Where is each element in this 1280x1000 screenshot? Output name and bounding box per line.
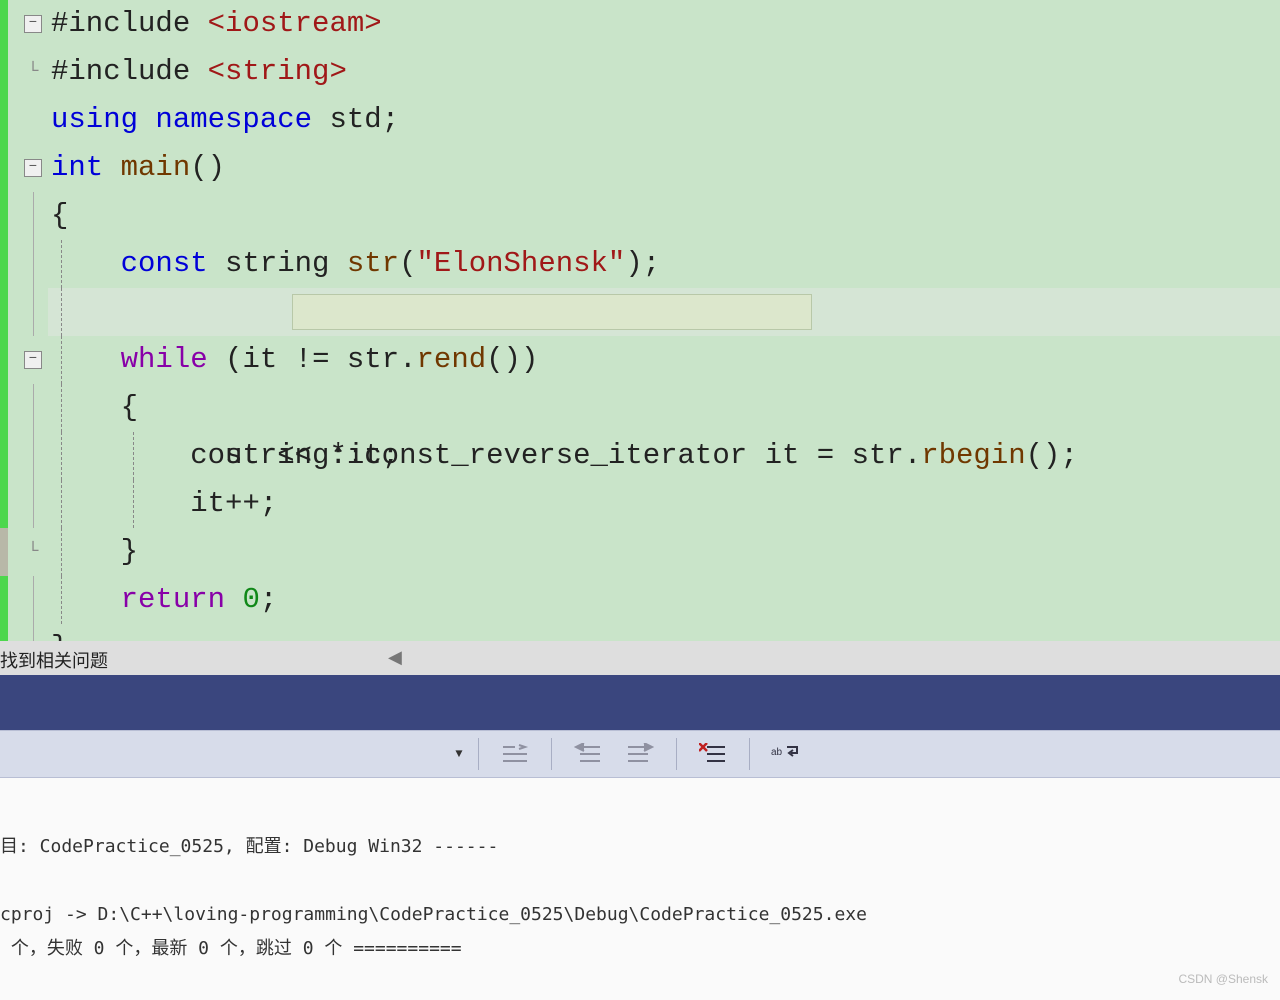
ident: str: [852, 439, 904, 472]
code-area[interactable]: #include <iostream> #include <string> us…: [48, 0, 1280, 641]
fn-main: main: [121, 151, 191, 184]
kw-return: return: [121, 583, 225, 616]
method: rend: [417, 343, 487, 376]
header-text: <string>: [208, 55, 347, 88]
ctor: str: [347, 247, 399, 280]
problems-label: 找到相关问题: [0, 647, 108, 673]
ident: it: [190, 487, 225, 520]
brace: {: [51, 199, 68, 232]
fold-end-icon: └: [24, 528, 42, 576]
output-source-dropdown[interactable]: ▼: [450, 730, 468, 778]
ident: str: [347, 343, 399, 376]
fold-end-icon: └: [24, 48, 42, 96]
preproc-text: #include: [51, 55, 208, 88]
method: rbegin: [921, 439, 1025, 472]
output-toolbar: ▼ ab: [0, 730, 1280, 778]
brace: }: [51, 631, 68, 641]
svg-text:ab: ab: [771, 747, 783, 758]
ident: it: [242, 343, 277, 376]
header-text: <iostream>: [208, 7, 382, 40]
watermark: CSDN @Shensk: [1178, 962, 1268, 996]
fold-toggle-icon[interactable]: −: [24, 15, 42, 33]
ident: std: [329, 103, 381, 136]
ident: it: [765, 439, 800, 472]
string-literal: "ElonShensk": [417, 247, 626, 280]
kw-const: const: [121, 247, 208, 280]
output-line: cproj -> D:\C++\loving-programming\CodeP…: [0, 904, 867, 925]
collapse-arrow-icon[interactable]: ◀: [388, 647, 402, 668]
kw-namespace: namespace: [155, 103, 312, 136]
prev-message-icon[interactable]: [568, 736, 608, 772]
ident: cout: [190, 439, 260, 472]
fold-toggle-icon[interactable]: −: [24, 351, 42, 369]
fold-toggle-icon[interactable]: −: [24, 159, 42, 177]
type: string: [225, 247, 329, 280]
ident: it: [347, 439, 382, 472]
code-editor[interactable]: − └ − − └ #include <iostream> #include <…: [0, 0, 1280, 641]
word-wrap-icon[interactable]: ab: [766, 736, 806, 772]
brace: {: [121, 391, 138, 424]
problems-bar[interactable]: 找到相关问题 ◀: [0, 641, 1280, 675]
output-line: 目: CodePractice_0525, 配置: Debug Win32 --…: [0, 836, 498, 857]
panel-header: [0, 675, 1280, 730]
kw-int: int: [51, 151, 103, 184]
brace: }: [121, 535, 138, 568]
clear-all-icon[interactable]: [693, 736, 733, 772]
indent-icon[interactable]: [495, 736, 535, 772]
preproc-text: #include: [51, 7, 208, 40]
type: const_reverse_iterator: [364, 439, 747, 472]
output-line: 个，失败 0 个，最新 0 个，跳过 0 个 ==========: [0, 938, 462, 959]
kw-using: using: [51, 103, 138, 136]
output-panel[interactable]: 目: CodePractice_0525, 配置: Debug Win32 --…: [0, 778, 1280, 1000]
kw-while: while: [121, 343, 208, 376]
gutter: − └ − − └: [0, 0, 48, 641]
number: 0: [242, 583, 259, 616]
next-message-icon[interactable]: [620, 736, 660, 772]
